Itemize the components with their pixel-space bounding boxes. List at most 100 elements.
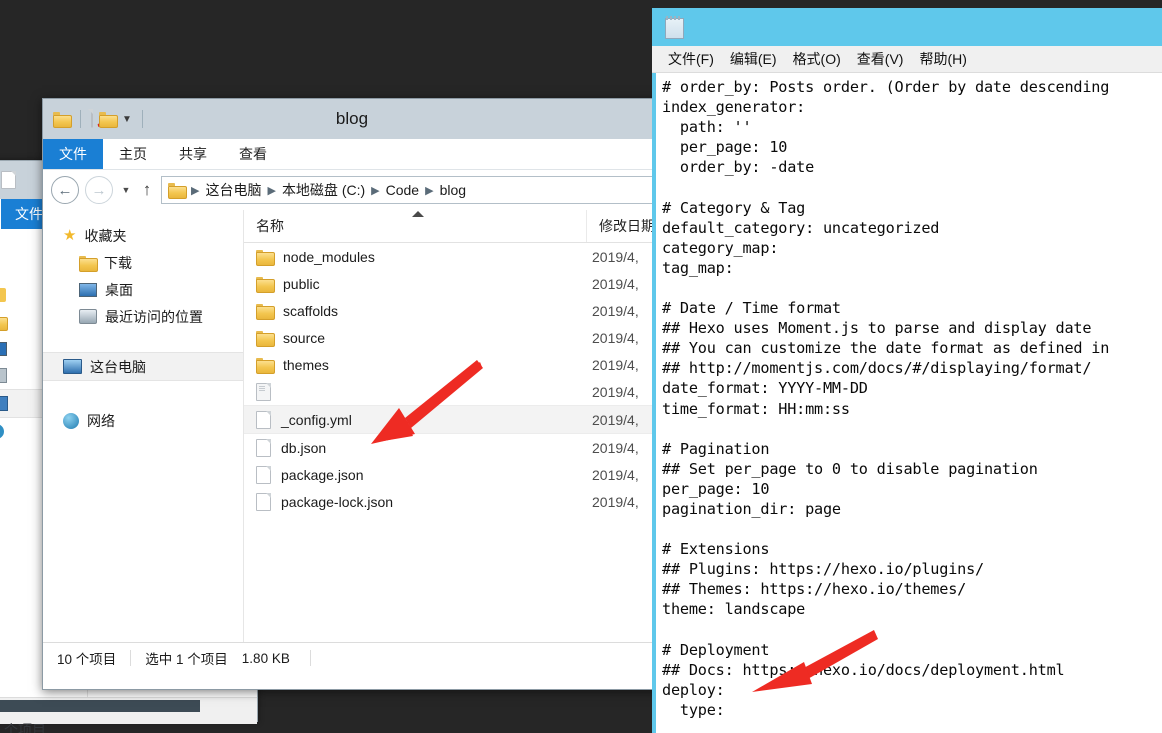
desktop-icon [79,282,97,297]
menu-item-help[interactable]: 帮助(H) [911,47,974,71]
sidebar-item-label: 最近访问的位置 [105,308,203,325]
table-row[interactable]: themes 2019/4, [244,351,661,378]
star-icon: ★ [63,227,77,244]
star-icon [0,287,6,302]
table-row[interactable]: scaffolds 2019/4, [244,297,661,324]
file-date: 2019/4, [592,329,639,346]
file-date: 2019/4, [592,466,639,483]
recent-places-icon [0,368,7,383]
page-title: blog [335,109,369,128]
this-pc-icon [0,396,8,411]
status-size: 1.80 KB [241,650,290,666]
this-pc-icon [63,359,82,374]
table-row[interactable]: db.json 2019/4, [244,434,661,461]
column-header-row[interactable]: 名称 修改日期 [244,210,661,243]
sidebar-item-recent-places[interactable]: 最近访问的位置 [43,303,243,330]
table-row[interactable]: 2019/4, [244,378,661,405]
sort-ascending-icon [412,211,424,217]
file-name: package.json [281,466,364,483]
file-date: 2019/4, [592,248,639,265]
file-date: 2019/4, [592,411,639,428]
folder-icon [256,330,275,347]
column-header-date[interactable]: 修改日期 [587,210,655,242]
file-name: db.json [281,439,327,456]
sidebar-item-label: 下载 [104,254,132,271]
notepad-menubar[interactable]: 文件(F) 编辑(E) 格式(O) 查看(V) 帮助(H) [652,46,1162,73]
table-row[interactable]: package-lock.json 2019/4, [244,488,661,515]
breadcrumb-separator: ▶ [371,184,380,197]
file-icon [256,492,271,511]
text-file-icon [256,382,271,401]
table-row[interactable]: source 2019/4, [244,324,661,351]
notepad-text-area[interactable]: # order_by: Posts order. (Order by date … [652,73,1162,733]
sidebar-item-downloads[interactable]: 下载 [43,249,243,276]
notepad-window[interactable]: 文件(F) 编辑(E) 格式(O) 查看(V) 帮助(H) # order_by… [652,8,1162,733]
status-selection: 选中 1 个项目 [145,652,228,667]
breadcrumb[interactable]: ▶ 这台电脑 ▶ 本地磁盘 (C:) ▶ Code ▶ blog [161,176,653,204]
chevron-down-icon[interactable]: ▼ [119,177,133,203]
recent-places-icon [79,309,97,324]
back-arrow-icon[interactable]: ← [51,176,79,204]
column-header-name[interactable]: 名称 [244,210,587,242]
file-date: 2019/4, [592,383,639,400]
breadcrumb-item-2[interactable]: Code [386,182,419,198]
sidebar-item-label: 这台电脑 [90,358,146,375]
explorer-titlebar[interactable]: ✓ ▼ blog [43,99,661,139]
forward-arrow-icon[interactable]: → [85,176,113,204]
breadcrumb-item-1[interactable]: 本地磁盘 (C:) [282,180,365,200]
status-item-count: 10 个项目 [57,652,117,667]
breadcrumb-separator: ▶ [267,184,276,197]
file-name: scaffolds [283,302,338,319]
sidebar-item-label: 网络 [87,412,115,429]
menu-item-view[interactable]: 查看(V) [849,47,912,71]
file-name: public [283,275,320,292]
address-bar[interactable]: ← → ▼ ↑ ▶ 这台电脑 ▶ 本地磁盘 (C:) ▶ Code ▶ blog [43,170,661,210]
file-explorer-window[interactable]: ✓ ▼ blog 文件 主页 共享 查看 ← → ▼ ↑ ▶ 这台电脑 ▶ 本地… [42,98,662,690]
ribbon-tab-strip[interactable]: 文件 主页 共享 查看 [43,139,661,170]
up-arrow-icon[interactable]: ↑ [139,177,155,203]
file-date: 2019/4, [592,493,639,510]
sidebar-item-this-pc[interactable]: 这台电脑 [43,352,243,381]
menu-item-edit[interactable]: 编辑(E) [722,47,785,71]
notepad-icon [664,16,684,39]
folder-icon [256,276,275,293]
tab-home[interactable]: 主页 [103,139,163,169]
file-date: 2019/4, [592,302,639,319]
notepad-titlebar[interactable] [652,8,1162,46]
navigation-pane[interactable]: ★ 收藏夹 下载 桌面 最近访问的位置 这台电脑 网络 [43,210,243,642]
downloads-folder-icon [79,255,98,272]
file-name: node_modules [283,248,375,265]
table-row[interactable]: package.json 2019/4, [244,461,661,488]
file-name: source [283,329,326,346]
file-date: 2019/4, [592,275,639,292]
downloads-folder-icon [0,315,8,331]
table-row[interactable]: _config.yml 2019/4, [244,405,661,434]
folder-icon [256,249,275,266]
tab-share[interactable]: 共享 [163,139,223,169]
taskbar-fragment [0,700,200,712]
desktop-icon [0,341,7,356]
file-list-pane[interactable]: 名称 修改日期 node_modules 2019/4, public 2019… [243,210,661,642]
folder-icon [256,303,275,320]
file-icon [256,410,271,429]
file-date: 2019/4, [592,439,639,456]
sidebar-item-desktop[interactable]: 桌面 [43,276,243,303]
table-row[interactable]: public 2019/4, [244,270,661,297]
breadcrumb-item-3[interactable]: blog [440,182,466,198]
menu-item-format[interactable]: 格式(O) [785,47,849,71]
breadcrumb-item-0[interactable]: 这台电脑 [205,180,261,200]
file-name: package-lock.json [281,493,394,510]
bottom-fragment-text: 个项目 [4,722,46,733]
explorer-body: ★ 收藏夹 下载 桌面 最近访问的位置 这台电脑 网络 名称 修改日期 node… [43,210,661,642]
status-bar: 10 个项目 选中 1 个项目 1.80 KB [43,642,661,673]
file-date: 2019/4, [592,356,639,373]
tab-file[interactable]: 文件 [43,139,103,169]
sidebar-item-network[interactable]: 网络 [43,407,243,434]
file-name: themes [283,356,329,373]
properties-icon[interactable] [1,171,16,189]
table-row[interactable]: node_modules 2019/4, [244,243,661,270]
tab-view[interactable]: 查看 [223,139,283,169]
menu-item-file[interactable]: 文件(F) [660,47,722,71]
network-icon [0,424,4,439]
sidebar-item-favorites[interactable]: ★ 收藏夹 [43,222,243,249]
